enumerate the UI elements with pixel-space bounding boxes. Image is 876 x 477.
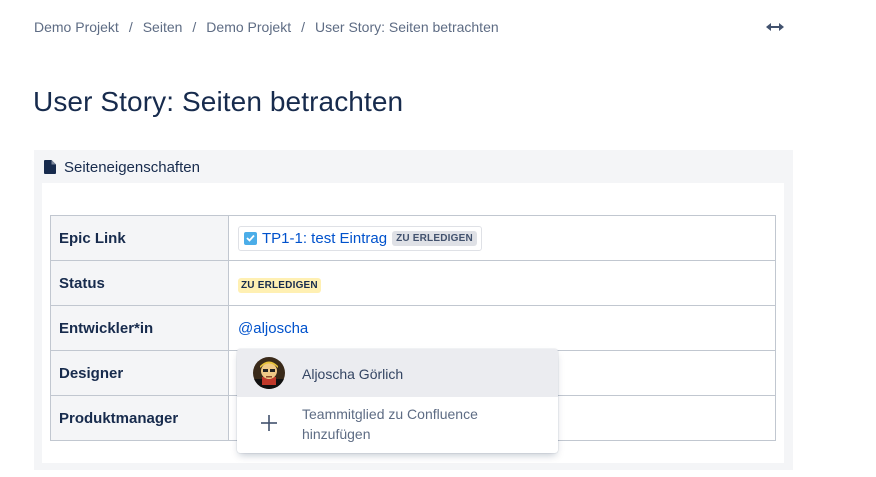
- panel-header: Seiteneigenschaften: [44, 158, 200, 176]
- breadcrumb-separator: /: [301, 19, 305, 35]
- suggestion-user-name: Aljoscha Görlich: [302, 366, 404, 382]
- expand-width-icon[interactable]: [764, 18, 786, 36]
- status-badge: ZU ERLEDIGEN: [238, 277, 321, 293]
- breadcrumb-item-parent[interactable]: Demo Projekt: [206, 19, 291, 35]
- mention-suggestion-dropdown: Aljoscha Görlich Teammitglied zu Conflue…: [237, 349, 558, 453]
- row-key: Entwickler*in: [50, 305, 229, 351]
- checkbox-issue-type-icon: [244, 231, 257, 245]
- row-key: Produktmanager: [50, 395, 229, 441]
- avatar: [253, 357, 285, 389]
- breadcrumb-item-current[interactable]: User Story: Seiten betrachten: [315, 19, 499, 35]
- row-value[interactable]: @aljoscha: [228, 305, 776, 351]
- panel-title: Seiteneigenschaften: [64, 158, 200, 176]
- jira-issue-card[interactable]: TP1-1: test Eintrag ZU ERLEDIGEN: [238, 225, 482, 251]
- plus-icon: [260, 414, 278, 432]
- jira-issue-link[interactable]: TP1-1: test Eintrag: [262, 230, 387, 247]
- invite-teammate-item[interactable]: Teammitglied zu Confluence hinzufügen: [237, 397, 558, 453]
- row-value: ZU ERLEDIGEN: [228, 260, 776, 306]
- row-key: Designer: [50, 350, 229, 396]
- invite-teammate-label: Teammitglied zu Confluence hinzufügen: [302, 406, 478, 442]
- breadcrumb-separator: /: [192, 19, 197, 35]
- mention-input-text[interactable]: @aljoscha: [238, 320, 308, 337]
- suggestion-item-user[interactable]: Aljoscha Görlich: [237, 349, 558, 397]
- breadcrumb-item-project[interactable]: Demo Projekt: [34, 19, 119, 35]
- table-row: Epic Link TP1-1: test Eintrag ZU ERLEDIG…: [50, 215, 776, 261]
- breadcrumb-separator: /: [128, 19, 133, 35]
- breadcrumb-item-pages[interactable]: Seiten: [143, 19, 183, 35]
- breadcrumb: Demo Projekt / Seiten / Demo Projekt / U…: [34, 18, 499, 36]
- row-key: Status: [50, 260, 229, 306]
- document-icon: [44, 160, 58, 174]
- table-row: Entwickler*in @aljoscha: [50, 305, 776, 351]
- page-title: User Story: Seiten betrachten: [33, 86, 404, 117]
- row-key: Epic Link: [50, 215, 229, 261]
- status-badge: ZU ERLEDIGEN: [392, 230, 477, 246]
- row-value: TP1-1: test Eintrag ZU ERLEDIGEN: [228, 215, 776, 261]
- table-row: Status ZU ERLEDIGEN: [50, 260, 776, 306]
